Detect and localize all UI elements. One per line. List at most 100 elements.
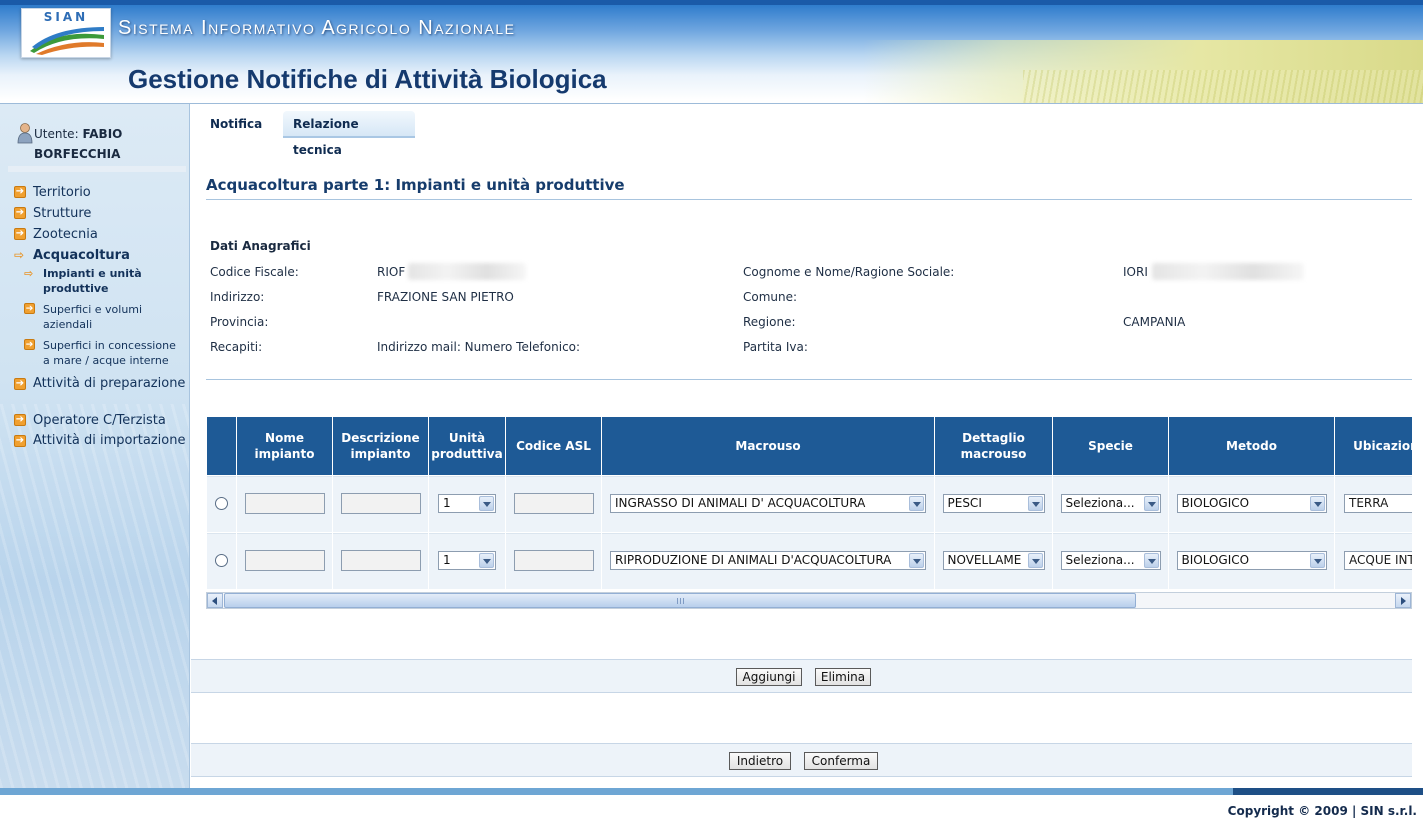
row-radio[interactable]	[215, 553, 228, 567]
impianti-table-container: Nome impianto Descrizione impianto Unità…	[206, 416, 1412, 608]
app-title: Gestione Notifiche di Attività Biologica	[128, 64, 607, 94]
scrollbar-thumb[interactable]	[224, 593, 1136, 608]
indietro-button[interactable]: Indietro	[729, 752, 791, 770]
specie-select[interactable]: Seleziona...	[1060, 550, 1161, 570]
sidebar-subitem-superfici-volumi[interactable]: ➔ Superfici e volumi aziendali	[24, 302, 186, 332]
recapiti-label: Recapiti:	[210, 340, 263, 354]
dettaglio-select[interactable]: PESCI	[942, 493, 1045, 513]
codice-fiscale-label: Codice Fiscale:	[210, 265, 299, 279]
sidebar-item-strutture[interactable]: ➔ Strutture	[14, 203, 186, 224]
sidebar-item-territorio[interactable]: ➔ Territorio	[14, 182, 186, 203]
logo-fields-icon	[30, 27, 104, 55]
tab-notifica[interactable]: Notifica	[200, 111, 278, 138]
logo-text: SIAN	[43, 10, 89, 24]
arrow-bullet-icon: ➔	[24, 303, 35, 314]
sidebar-item-label: Attività di importazione	[33, 433, 186, 448]
metodo-select[interactable]: BIOLOGICO	[1176, 550, 1327, 570]
horizontal-scrollbar[interactable]	[206, 592, 1412, 609]
select-cell	[207, 476, 236, 532]
redacted-value	[408, 263, 526, 280]
unita-select[interactable]: 1	[438, 493, 496, 513]
sidebar-item-label: Acquacoltura	[33, 248, 130, 263]
sidebar-item-operatore[interactable]: ➔ Operatore C/Terzista	[14, 410, 186, 431]
nome-cell	[237, 476, 332, 532]
dettaglio-select[interactable]: NOVELLAME	[942, 550, 1045, 570]
dropdown-arrow-icon	[1027, 552, 1043, 568]
ubicazione-cell: TERRA	[1335, 476, 1412, 532]
asl-cell	[506, 533, 601, 589]
unita-cell: 1	[429, 533, 505, 589]
footer-bar	[0, 788, 1233, 795]
sidebar-subitem-superfici-concessione[interactable]: ➔ Superfici in concessione a mare / acqu…	[24, 338, 186, 368]
aggiungi-button[interactable]: Aggiungi	[736, 668, 802, 686]
arrow-bullet-icon: ➔	[14, 378, 26, 390]
macrouso-select-value: RIPRODUZIONE DI ANIMALI D'ACQUACOLTURA	[615, 552, 892, 567]
user-box: Utente: FABIO BORFECCHIA	[8, 120, 186, 172]
specie-select-value: Seleziona...	[1065, 495, 1135, 510]
select-cell	[207, 533, 236, 589]
dropdown-arrow-icon	[909, 552, 924, 568]
dropdown-arrow-icon	[909, 495, 924, 511]
table-row: 1 INGRASSO DI ANIMALI D' ACQUACOLTURA PE…	[207, 476, 1412, 532]
descrizione-impianto-input[interactable]	[340, 492, 421, 514]
column-header-ubicazione: Ubicazione	[1335, 417, 1412, 475]
metodo-select[interactable]: BIOLOGICO	[1176, 493, 1327, 513]
sidebar-subitem-label: Superfici in concessione a mare / acque …	[43, 339, 176, 367]
dropdown-arrow-icon	[1309, 552, 1325, 568]
scroll-left-icon[interactable]	[207, 593, 223, 608]
column-header-asl: Codice ASL	[506, 417, 601, 475]
sidebar-menu: ➔ Territorio ➔ Strutture ➔ Zootecnia ⇨ A…	[14, 182, 186, 467]
sidebar-subitem-impianti[interactable]: ⇨ Impianti e unità produttive	[24, 266, 186, 296]
user-icon	[17, 123, 33, 144]
codice-asl-input[interactable]	[513, 549, 594, 571]
dropdown-arrow-icon	[1309, 495, 1325, 511]
codice-fiscale-value: RIOF	[377, 265, 406, 279]
user-label: Utente: FABIO BORFECCHIA	[34, 124, 184, 164]
macrouso-cell: RIPRODUZIONE DI ANIMALI D'ACQUACOLTURA	[602, 533, 934, 589]
macrouso-select[interactable]: INGRASSO DI ANIMALI D' ACQUACOLTURA	[610, 493, 926, 513]
metodo-select-value: BIOLOGICO	[1181, 495, 1250, 510]
ubicazione-select[interactable]: ACQUE INT	[1344, 550, 1412, 570]
unita-select-value: 1	[443, 552, 451, 567]
sidebar-item-zootecnia[interactable]: ➔ Zootecnia	[14, 224, 186, 245]
dettaglio-cell: PESCI	[935, 476, 1052, 532]
dettaglio-cell: NOVELLAME	[935, 533, 1052, 589]
table-row: 1 RIPRODUZIONE DI ANIMALI D'ACQUACOLTURA…	[207, 533, 1412, 589]
sidebar-item-acquacoltura[interactable]: ⇨ Acquacoltura	[14, 245, 186, 266]
macrouso-select[interactable]: RIPRODUZIONE DI ANIMALI D'ACQUACOLTURA	[610, 550, 926, 570]
scroll-right-icon[interactable]	[1395, 593, 1411, 608]
provincia-label: Provincia:	[210, 315, 269, 329]
macrouso-select-value: INGRASSO DI ANIMALI D' ACQUACOLTURA	[615, 495, 866, 510]
unita-select[interactable]: 1	[438, 550, 496, 570]
table-header-row: Nome impianto Descrizione impianto Unità…	[207, 417, 1412, 475]
descrizione-impianto-input[interactable]	[340, 549, 421, 571]
dropdown-arrow-icon	[1143, 552, 1159, 568]
sidebar-item-preparazione[interactable]: ➔ Attività di preparazione	[14, 374, 186, 410]
asl-cell	[506, 476, 601, 532]
page-title: Acquacoltura parte 1: Impianti e unità p…	[206, 176, 625, 194]
nome-impianto-input[interactable]	[244, 549, 325, 571]
regione-value: CAMPANIA	[1123, 315, 1186, 329]
recapiti-value: Indirizzo mail: Numero Telefonico:	[377, 340, 581, 354]
cognome-value: IORI	[1123, 265, 1148, 279]
nome-impianto-input[interactable]	[244, 492, 325, 514]
arrow-bullet-icon: ➔	[24, 339, 35, 350]
acquacoltura-submenu: ⇨ Impianti e unità produttive ➔ Superfic…	[14, 266, 186, 368]
ubicazione-select[interactable]: TERRA	[1344, 493, 1412, 513]
descrizione-cell	[333, 533, 428, 589]
metodo-cell: BIOLOGICO	[1169, 533, 1334, 589]
sidebar-item-label: Strutture	[33, 206, 92, 221]
row-radio[interactable]	[215, 496, 228, 510]
dropdown-arrow-icon	[479, 552, 494, 568]
sidebar-item-importazione[interactable]: ➔ Attività di importazione	[14, 431, 186, 467]
sian-logo: SIAN	[21, 8, 111, 58]
specie-cell: Seleziona...	[1053, 533, 1168, 589]
tab-relazione-tecnica[interactable]: Relazione tecnica	[283, 111, 415, 157]
specie-select[interactable]: Seleziona...	[1060, 493, 1161, 513]
cognome-label: Cognome e Nome/Ragione Sociale:	[743, 265, 955, 279]
indirizzo-value: FRAZIONE SAN PIETRO	[377, 290, 514, 304]
codice-asl-input[interactable]	[513, 492, 594, 514]
conferma-button[interactable]: Conferma	[804, 752, 878, 770]
column-header-macrouso: Macrouso	[602, 417, 934, 475]
elimina-button[interactable]: Elimina	[815, 668, 871, 686]
